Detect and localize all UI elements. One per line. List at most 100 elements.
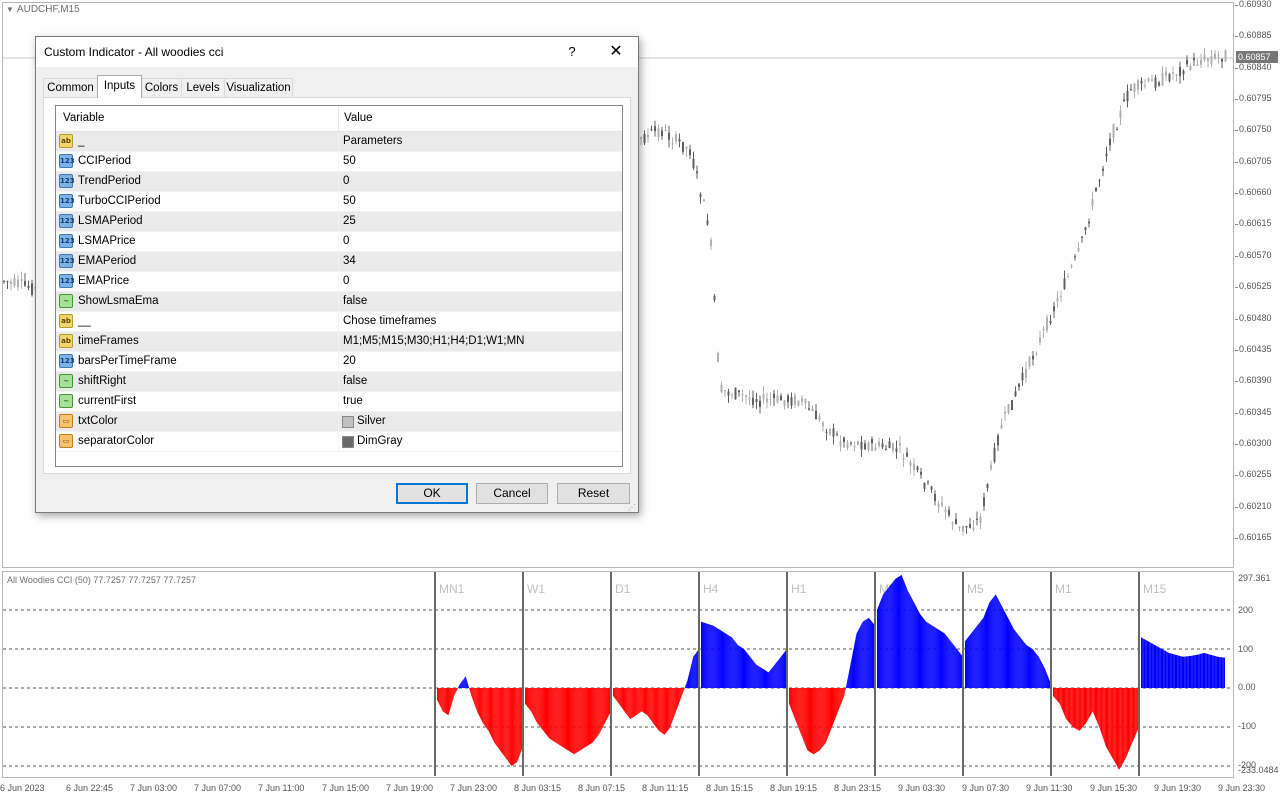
- input-row-EMAPrice[interactable]: 123 EMAPrice 0: [56, 272, 622, 292]
- input-value[interactable]: true: [343, 395, 363, 407]
- tab-colors[interactable]: Colors: [141, 78, 182, 97]
- cci-bar: [437, 688, 439, 704]
- input-row-separator-0[interactable]: ab _ Parameters: [56, 132, 622, 152]
- candle: [846, 440, 849, 451]
- input-row-EMAPeriod[interactable]: 123 EMAPeriod 34: [56, 252, 622, 272]
- reset-button[interactable]: Reset: [557, 483, 630, 504]
- candle: [794, 392, 796, 408]
- column-header-variable[interactable]: Variable: [63, 112, 104, 124]
- ok-button[interactable]: OK: [396, 483, 468, 504]
- input-row-LSMAPrice[interactable]: 123 LSMAPrice 0: [56, 232, 622, 252]
- cci-bar: [1084, 688, 1087, 725]
- tab-visualization[interactable]: Visualization: [224, 78, 293, 97]
- input-variable-name: separatorColor: [78, 435, 155, 447]
- cci-bar: [484, 688, 486, 727]
- cci-bar: [751, 658, 753, 688]
- time-label: 8 Jun 07:15: [578, 783, 626, 793]
- cci-bar: [551, 688, 553, 741]
- input-row-TrendPeriod[interactable]: 123 TrendPeriod 0: [56, 172, 622, 192]
- custom-indicator-dialog: Custom Indicator - All woodies cci ? ✕ C…: [35, 36, 639, 513]
- cci-bar: [836, 688, 838, 717]
- input-value[interactable]: 0: [343, 275, 349, 287]
- cci-bar: [855, 633, 857, 688]
- candle: [689, 144, 691, 159]
- input-value[interactable]: Silver: [357, 415, 386, 427]
- cci-bar: [552, 688, 554, 742]
- cci-bar: [1159, 647, 1161, 688]
- color-swatch[interactable]: [342, 436, 354, 448]
- input-value[interactable]: 20: [343, 355, 356, 367]
- input-value[interactable]: Parameters: [343, 135, 402, 147]
- input-row-ShowLsmaEma[interactable]: ~ ShowLsmaEma false: [56, 292, 622, 312]
- cci-bar: [453, 688, 455, 700]
- cci-bar: [1015, 630, 1017, 688]
- column-separator[interactable]: [338, 106, 339, 131]
- candle: [888, 437, 891, 449]
- input-value[interactable]: M1;M5;M15;M30;H1;H4;D1;W1;MN: [343, 335, 525, 347]
- input-value[interactable]: 50: [343, 195, 356, 207]
- input-value[interactable]: 50: [343, 155, 356, 167]
- input-row-currentFirst[interactable]: ~ currentFirst true: [56, 392, 622, 412]
- input-value[interactable]: false: [343, 375, 367, 387]
- input-value[interactable]: 0: [343, 235, 349, 247]
- cci-bar: [1060, 688, 1062, 709]
- input-row-barsPerTimeFrame[interactable]: 123 barsPerTimeFrame 20: [56, 352, 622, 372]
- candle: [909, 459, 912, 474]
- cci-bar: [889, 585, 891, 688]
- cci-bar: [739, 646, 741, 688]
- cci-bar: [692, 656, 694, 688]
- input-value[interactable]: 0: [343, 175, 349, 187]
- input-row-LSMAPeriod[interactable]: 123 LSMAPeriod 25: [56, 212, 622, 232]
- cci-bar: [521, 688, 523, 752]
- cci-bar: [900, 574, 902, 688]
- tab-inputs[interactable]: Inputs: [97, 75, 142, 98]
- cci-bar: [984, 612, 986, 688]
- input-row-shiftRight[interactable]: ~ shiftRight false: [56, 372, 622, 392]
- cci-bar: [1099, 688, 1101, 731]
- input-variable-name: txtColor: [78, 415, 118, 427]
- input-row-separatorColor[interactable]: ▭ separatorColor DimGray: [56, 432, 622, 452]
- input-row-txtColor[interactable]: ▭ txtColor Silver: [56, 412, 622, 432]
- cci-bar: [466, 679, 468, 688]
- close-icon[interactable]: ✕: [604, 42, 628, 62]
- color-swatch[interactable]: [342, 416, 354, 428]
- candle: [17, 275, 19, 291]
- cci-bar: [929, 623, 931, 688]
- inputs-grid[interactable]: Variable Value ab _ Parameters 123 CCIPeriod…: [55, 105, 623, 467]
- cci-bar: [496, 688, 498, 747]
- cci-bar: [733, 639, 735, 688]
- price-tick: [1235, 5, 1238, 6]
- cci-bar: [988, 602, 990, 688]
- column-header-value[interactable]: Value: [344, 112, 373, 124]
- candle: [825, 428, 828, 441]
- tab-common[interactable]: Common: [43, 78, 98, 97]
- input-row-separator-9[interactable]: ab __ Chose timeframes: [56, 312, 622, 332]
- input-value[interactable]: 25: [343, 215, 356, 227]
- candle: [878, 437, 880, 449]
- candle: [692, 151, 695, 171]
- input-value[interactable]: DimGray: [357, 435, 402, 447]
- cci-bar: [784, 650, 786, 688]
- candle: [682, 142, 684, 155]
- input-row-timeFrames[interactable]: ab timeFrames M1;M5;M15;M30;H1;H4;D1;W1;MN: [56, 332, 622, 352]
- input-row-TurboCCIPeriod[interactable]: 123 TurboCCIPeriod 50: [56, 192, 622, 212]
- cci-bar: [774, 663, 776, 688]
- cci-bar: [579, 688, 581, 752]
- cancel-button[interactable]: Cancel: [476, 483, 548, 504]
- help-button[interactable]: ?: [562, 42, 582, 62]
- cci-bar: [782, 652, 784, 688]
- candle: [1186, 55, 1188, 68]
- input-value[interactable]: 34: [343, 255, 356, 267]
- cci-bar: [501, 688, 503, 755]
- cci-bar: [673, 688, 675, 720]
- resize-grip-icon[interactable]: ⋰: [628, 503, 636, 512]
- cci-bar: [708, 623, 710, 688]
- candle: [1018, 383, 1020, 391]
- input-value[interactable]: Chose timeframes: [343, 315, 436, 327]
- price-label: 0.60345: [1239, 406, 1272, 417]
- input-row-CCIPeriod[interactable]: 123 CCIPeriod 50: [56, 152, 622, 172]
- cci-bar: [930, 624, 932, 688]
- input-value[interactable]: false: [343, 295, 367, 307]
- tab-levels[interactable]: Levels: [181, 78, 225, 97]
- cci-bar: [943, 632, 945, 688]
